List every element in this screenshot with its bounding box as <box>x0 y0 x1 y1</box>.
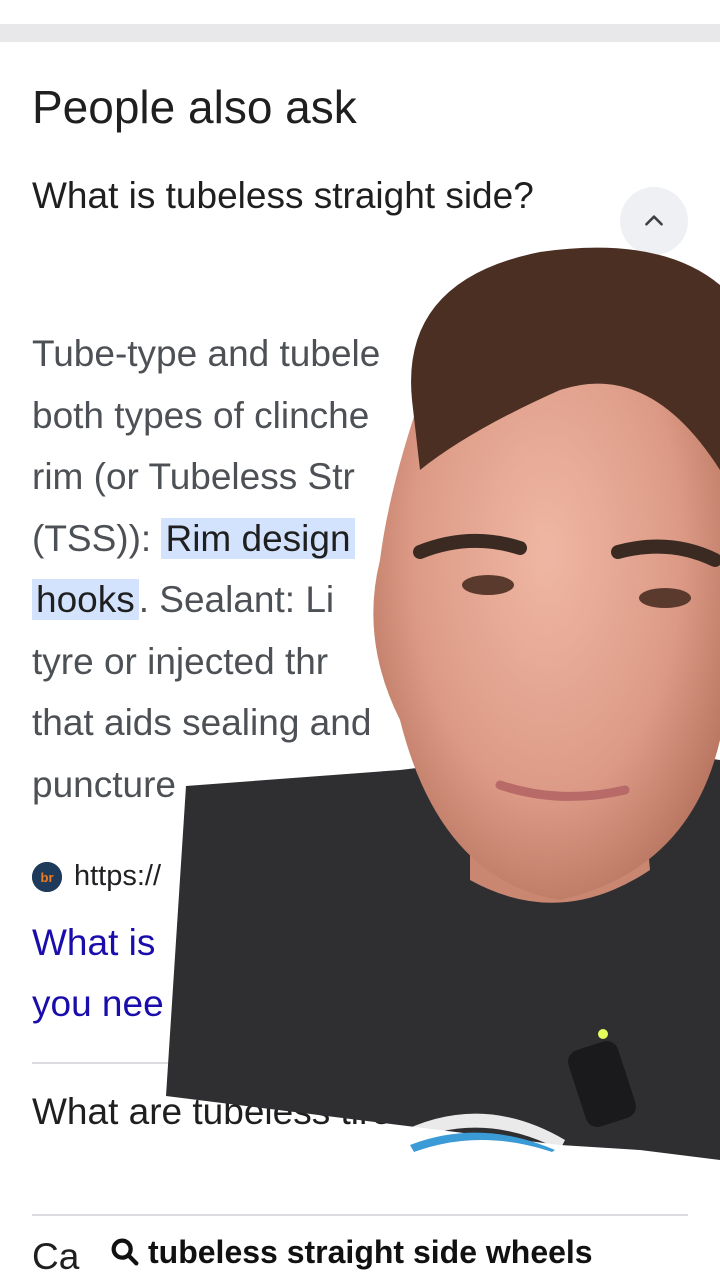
answer-line: hooks. Sealant: Li <box>32 569 672 631</box>
question-expanded[interactable]: What is tubeless straight side? <box>32 170 552 222</box>
answer-line: that aids sealing and <box>32 702 372 743</box>
source-row[interactable]: br https:// <box>32 860 161 893</box>
answer-line: rim (or Tubeless Str <box>32 456 355 497</box>
result-title-line[interactable]: What is <box>32 912 632 973</box>
answer-text: . Sealant: Li <box>138 579 335 620</box>
favicon-letters: br <box>41 870 54 885</box>
question-collapsed[interactable]: Ca <box>32 1236 79 1278</box>
divider <box>32 1062 688 1064</box>
site-favicon-icon: br <box>32 861 62 892</box>
section-title: People also ask <box>32 81 357 133</box>
answer-text: (TSS)): <box>32 517 162 559</box>
chevron-up-icon <box>645 215 663 226</box>
answer-line: both types of clinche <box>32 394 370 436</box>
answer-highlight: Rim design <box>161 517 355 559</box>
question-collapsed[interactable]: What are tubeless tires? <box>32 1086 632 1138</box>
answer-line: (TSS)): Rim design <box>32 508 672 570</box>
source-url[interactable]: https:// <box>74 860 161 893</box>
search-chip[interactable]: tubeless straight side wheels <box>82 1220 619 1284</box>
collapse-button[interactable] <box>620 187 688 255</box>
divider <box>32 1214 688 1216</box>
answer-line: Tube-type and tubele <box>32 333 381 374</box>
top-divider-bar <box>0 24 720 42</box>
result-title-line[interactable]: you nee <box>32 973 632 1034</box>
answer-line: tyre or injected thr <box>32 640 329 682</box>
answer-highlight: hooks <box>32 579 139 620</box>
result-title-link[interactable]: What is you nee <box>32 912 632 1034</box>
search-icon <box>111 1238 139 1266</box>
answer-line: puncture <box>32 763 176 805</box>
search-query[interactable]: tubeless straight side wheels <box>148 1234 593 1271</box>
answer-snippet: Tube-type and tubele both types of clinc… <box>32 323 672 815</box>
